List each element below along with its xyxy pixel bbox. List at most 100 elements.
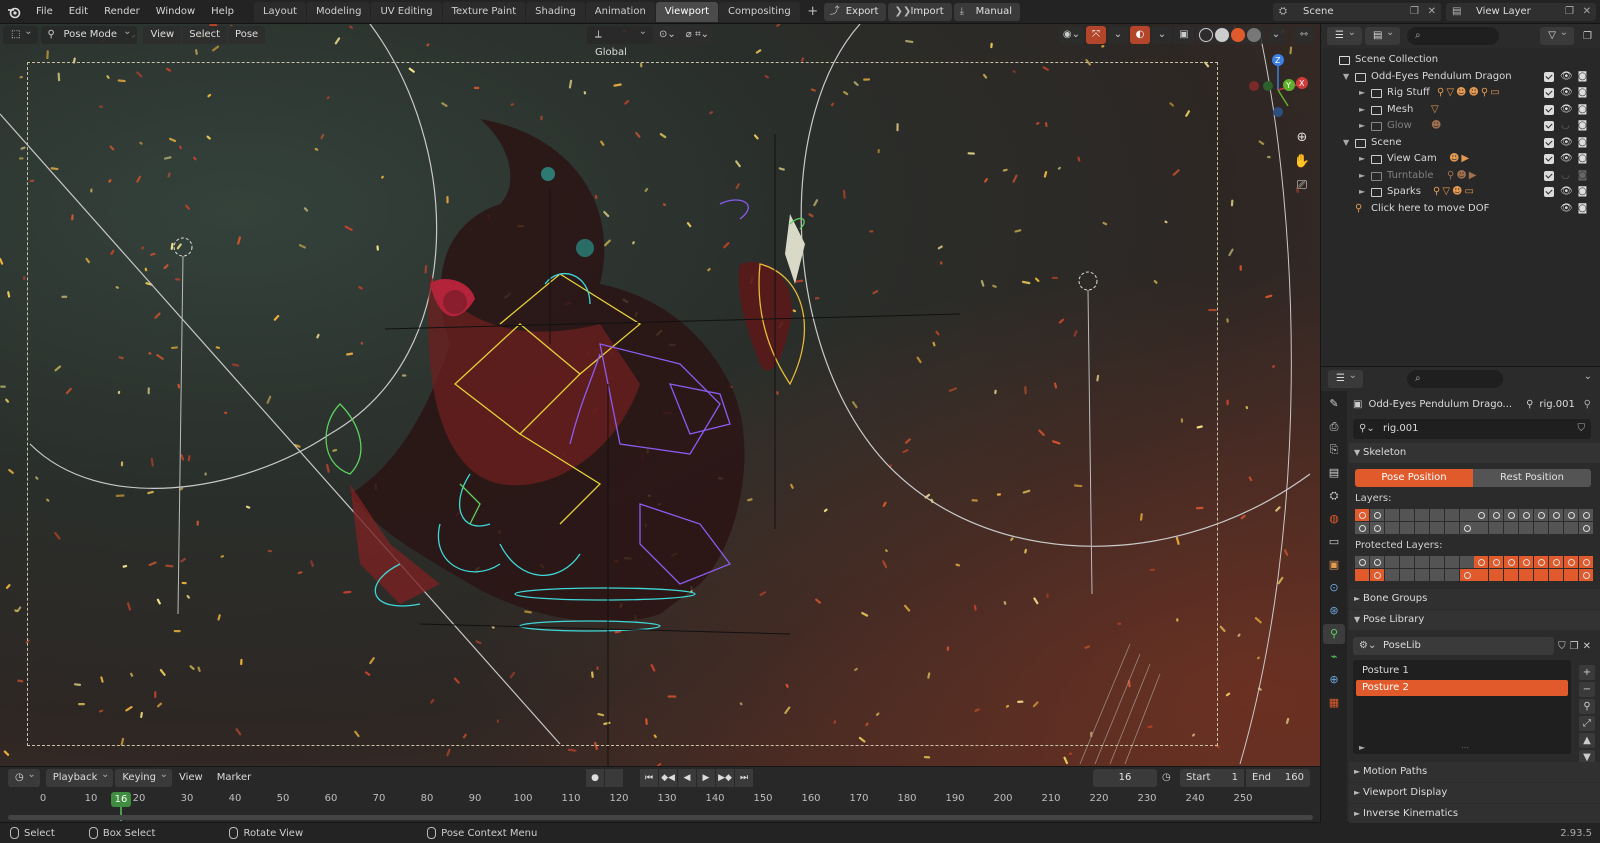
layer-cell[interactable] (1385, 509, 1399, 521)
layer-cell[interactable] (1489, 556, 1503, 568)
layer-cell[interactable] (1519, 522, 1533, 534)
layer-cell[interactable] (1519, 569, 1533, 581)
inverse-kinematics-panel-header[interactable]: Inverse Kinematics (1349, 804, 1600, 823)
list-filter-arrow-icon[interactable]: ► (1359, 743, 1365, 752)
marker-menu[interactable]: Marker (210, 769, 259, 787)
layer-cell[interactable] (1355, 522, 1369, 534)
layer-cell[interactable] (1400, 522, 1414, 534)
layer-cell[interactable] (1385, 569, 1399, 581)
menu-render[interactable]: Render (96, 0, 148, 24)
layer-cell[interactable] (1564, 569, 1578, 581)
pivot-point-icon[interactable]: ⊙⌄ (655, 26, 680, 44)
layer-cell[interactable] (1564, 509, 1578, 521)
filter-icon[interactable]: ▽ (1540, 24, 1574, 45)
expand-arrow-icon[interactable]: ▼ (1343, 135, 1349, 152)
hidden-eye-icon[interactable]: ◡ (1560, 168, 1571, 185)
tab-uv-editing[interactable]: UV Editing (371, 1, 442, 22)
pose-position-button[interactable]: Pose Position (1355, 469, 1473, 487)
outliner-editor-type[interactable]: ☰ (1327, 24, 1362, 45)
record-icon[interactable]: ● (586, 769, 604, 787)
move-up-icon[interactable]: ▲ (1579, 733, 1595, 748)
layer-cell[interactable] (1549, 522, 1563, 534)
include-checkbox[interactable] (1544, 137, 1554, 148)
timeline-editor[interactable]: ◷ Playback Keying View Marker ● ⏮ ◆◀ ◀ ▶… (0, 766, 1320, 822)
pose-list-item-selected[interactable]: Posture 2 (1356, 680, 1568, 696)
jump-start-icon[interactable]: ⏮ (640, 769, 658, 787)
tab-animation[interactable]: Animation (585, 1, 655, 22)
eye-icon[interactable]: 👁 (1560, 151, 1573, 168)
layer-cell[interactable] (1430, 556, 1444, 568)
layer-cell[interactable] (1370, 522, 1384, 534)
include-checkbox[interactable] (1544, 187, 1554, 197)
render-camera-icon[interactable]: ◙ (1577, 168, 1588, 185)
properties-search-input[interactable]: ⌕ (1407, 370, 1503, 388)
tool-tab-icon[interactable]: ✎ (1323, 394, 1345, 414)
delete-view-layer-icon[interactable]: ✕ (1583, 3, 1591, 21)
add-pose-icon[interactable]: + (1579, 665, 1595, 680)
end-frame-field[interactable]: End 160 (1246, 769, 1310, 787)
menu-window[interactable]: Window (148, 0, 203, 24)
expand-arrow-icon[interactable]: ► (1359, 118, 1365, 135)
expand-arrow-icon[interactable]: ► (1359, 85, 1365, 102)
layer-cell[interactable] (1415, 569, 1429, 581)
world-tab-icon[interactable]: ◍ (1323, 509, 1345, 529)
bone-constraint-tab-icon[interactable]: ⊕ (1323, 670, 1345, 690)
timeline-scrollbar[interactable] (8, 815, 1313, 820)
current-frame-field[interactable]: 16 (1093, 769, 1157, 787)
remove-pose-icon[interactable]: − (1579, 682, 1595, 697)
expand-arrow-icon[interactable]: ▼ (1343, 69, 1349, 86)
rest-position-button[interactable]: Rest Position (1473, 469, 1591, 487)
modifier-tab-icon[interactable]: ⊙ (1323, 578, 1345, 598)
new-scene-icon[interactable]: ❐ (1410, 3, 1419, 21)
outliner-row-dragon[interactable]: ▼ Odd-Eyes Pendulum Dragon 👁 ◙ (1321, 69, 1600, 86)
tab-texture-paint[interactable]: Texture Paint (442, 1, 526, 22)
timeline-ruler[interactable]: 0 10 20 30 40 50 60 70 80 90 100 110 120… (0, 789, 1320, 823)
sanitize-pose-icon[interactable]: ⤢ (1579, 716, 1595, 731)
timeline-view-menu[interactable]: View (172, 769, 210, 787)
layer-cell[interactable] (1534, 569, 1548, 581)
include-checkbox[interactable] (1544, 154, 1554, 164)
outliner-row-sparks[interactable]: ► Sparks ⚲▽☻▭ 👁 ◙ (1321, 184, 1600, 201)
tab-compositing[interactable]: Compositing (719, 1, 800, 22)
layer-cell[interactable] (1504, 569, 1518, 581)
layer-cell[interactable] (1370, 509, 1384, 521)
pose-library-panel-header[interactable]: Pose Library (1349, 610, 1600, 630)
apply-pose-icon[interactable]: ⚲ (1579, 699, 1595, 714)
layer-cell[interactable] (1504, 556, 1518, 568)
layer-cell[interactable] (1534, 556, 1548, 568)
outliner-row-dof[interactable]: ⚲ Click here to move DOF 👁 ◙ (1321, 201, 1600, 218)
layer-cell[interactable] (1504, 522, 1518, 534)
eye-icon[interactable]: 👁 (1560, 69, 1573, 86)
pose-list-item[interactable]: Posture 1 (1356, 663, 1568, 679)
layer-cell[interactable] (1445, 522, 1459, 534)
outliner-row-glow[interactable]: ► Glow ☻ ◡ ◙ (1321, 118, 1600, 135)
fake-user-shield-icon[interactable]: ⛉ (1578, 419, 1586, 439)
new-collection-icon[interactable]: ❐ (1583, 31, 1592, 42)
eye-icon[interactable]: 👁 (1560, 135, 1573, 152)
eye-icon[interactable]: 👁 (1560, 184, 1573, 201)
pan-hand-icon[interactable]: ✋ (1292, 152, 1312, 172)
poselib-field[interactable]: ⚙⌄ PoseLib (1353, 637, 1555, 655)
gizmo-dropdown-icon[interactable]: ⌄ (1108, 26, 1128, 44)
layer-cell[interactable] (1400, 569, 1414, 581)
menu-select[interactable]: Select (182, 26, 228, 44)
layer-cell[interactable] (1415, 509, 1429, 521)
layer-cell[interactable] (1460, 569, 1474, 581)
collection-tab-icon[interactable]: ▭ (1323, 532, 1345, 552)
armature-data-field[interactable]: ⚲⌄ rig.001 ⛉ (1353, 419, 1591, 439)
play-icon[interactable]: ▶ (697, 769, 715, 787)
render-camera-icon[interactable]: ◙ (1577, 201, 1588, 218)
unlink-icon[interactable]: ✕ (1583, 641, 1591, 652)
outliner-row-view-cam[interactable]: ► View Cam ☻▶ 👁 ◙ (1321, 151, 1600, 168)
layer-cell[interactable] (1549, 569, 1563, 581)
outliner-search-input[interactable]: ⌕ (1407, 27, 1499, 45)
layer-cell[interactable] (1489, 509, 1503, 521)
editor-type-button[interactable]: ⬚ (3, 23, 39, 44)
armature-data-tab-icon[interactable]: ⚲ (1323, 624, 1345, 644)
blender-logo-icon[interactable] (0, 0, 28, 24)
outliner-row-scene[interactable]: ▼ Scene 👁 ◙ (1321, 135, 1600, 152)
expand-arrow-icon[interactable]: ► (1359, 102, 1365, 119)
layer-cell[interactable] (1549, 509, 1563, 521)
layer-cell[interactable] (1400, 556, 1414, 568)
xray-icon[interactable]: ▣ (1174, 26, 1194, 44)
